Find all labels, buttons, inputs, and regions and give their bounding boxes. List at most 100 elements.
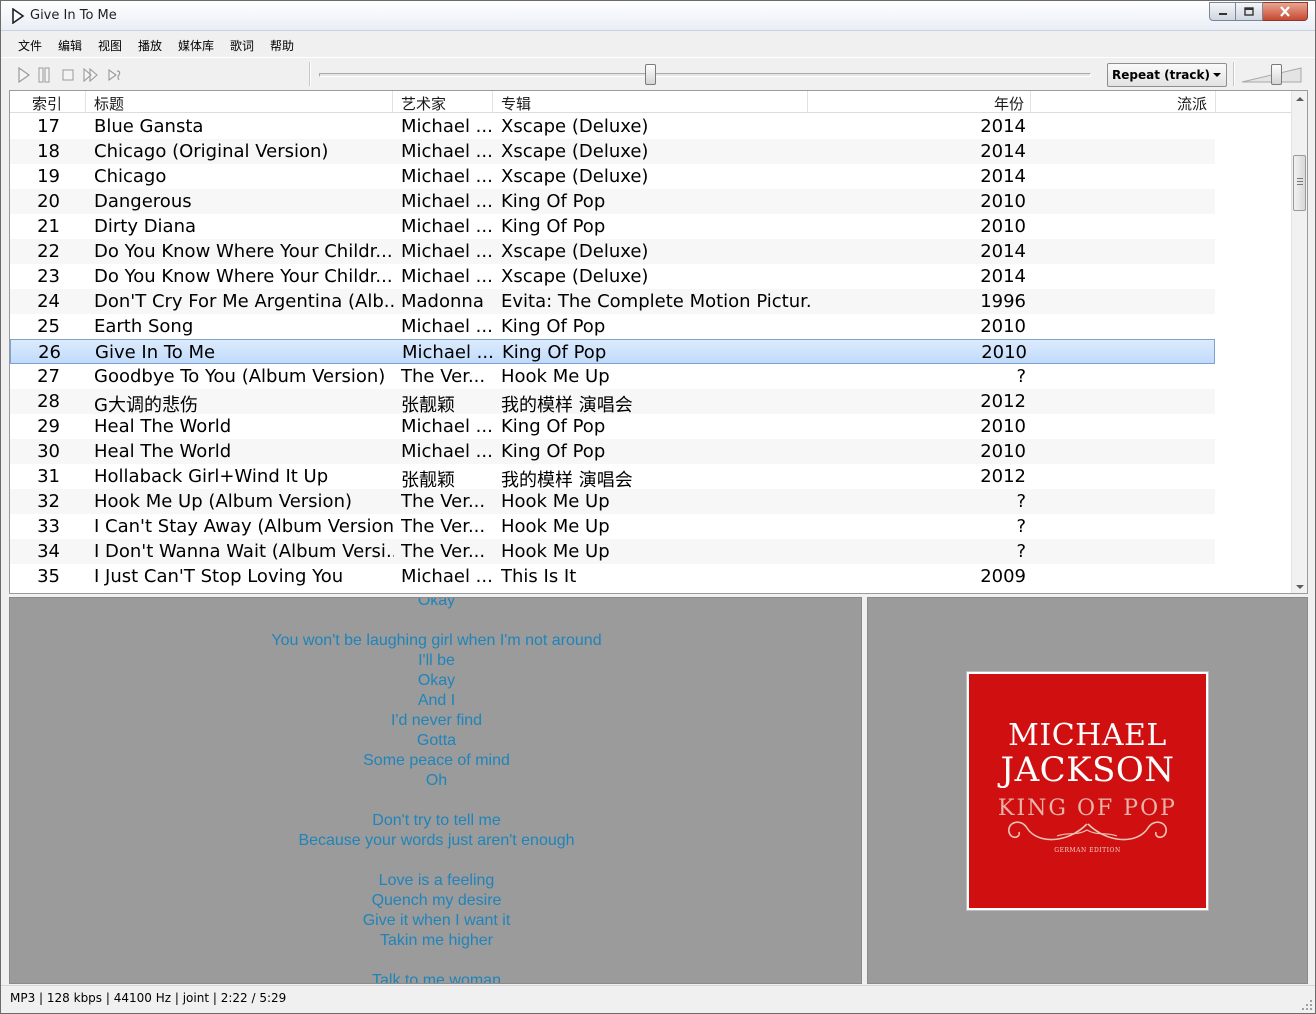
menu-help[interactable]: 帮助: [270, 37, 294, 54]
row-year: 2010: [980, 441, 1026, 462]
playlist-row[interactable]: 29 Heal The World Michael ... King Of Pop 20…: [10, 414, 1215, 439]
menu-lyrics[interactable]: 歌词: [230, 37, 254, 54]
row-title: Heal The World: [94, 416, 232, 437]
pause-icon[interactable]: [36, 67, 52, 83]
row-year: 2010: [980, 191, 1026, 212]
row-artist: Madonna: [401, 291, 484, 312]
chevron-down-icon: [1213, 73, 1221, 77]
play-app-icon: [12, 8, 25, 24]
column-title[interactable]: 标题: [86, 91, 393, 113]
row-title: Blue Gansta: [94, 116, 204, 137]
close-button[interactable]: [1263, 2, 1308, 21]
row-title: Goodbye To You (Album Version): [94, 366, 386, 387]
playlist-row[interactable]: 18 Chicago (Original Version) Michael ... X…: [10, 139, 1215, 164]
lyric-line: Takin me higher: [380, 932, 493, 949]
next-icon[interactable]: [83, 67, 99, 83]
playlist-row[interactable]: 21 Dirty Diana Michael ... King Of Pop 2010: [10, 214, 1215, 239]
menu-file[interactable]: 文件: [18, 37, 42, 54]
volume-thumb[interactable]: [1271, 64, 1282, 85]
repeat-mode-select[interactable]: Repeat (track): [1107, 63, 1227, 87]
row-artist: Michael ...: [401, 116, 493, 137]
menu-bar: 文件 编辑 视图 播放 媒体库 歌词 帮助: [1, 32, 1315, 56]
playlist-row[interactable]: 24 Don'T Cry For Me Argentina (Alb... Mado…: [10, 289, 1215, 314]
seek-bar[interactable]: [319, 73, 1091, 77]
playlist-row[interactable]: 23 Do You Know Where Your Childr... Michae…: [10, 264, 1215, 289]
playlist-row[interactable]: 28 G大调的悲伤 张靓颖 我的模样 演唱会 2012: [10, 389, 1215, 416]
menu-view[interactable]: 视图: [98, 37, 122, 54]
scroll-up-icon[interactable]: [1296, 97, 1304, 101]
stop-icon[interactable]: [60, 67, 76, 83]
row-album: King Of Pop: [501, 441, 606, 462]
menu-edit[interactable]: 编辑: [58, 37, 82, 54]
row-year: 2014: [980, 141, 1026, 162]
row-index: 30: [37, 441, 60, 462]
row-artist: Michael ...: [401, 241, 493, 262]
toolbar: Repeat (track): [1, 57, 1315, 89]
row-artist: The Ver...: [401, 366, 486, 387]
row-index: 17: [37, 116, 60, 137]
playlist-row[interactable]: 34 I Don't Wanna Wait (Album Versi... The …: [10, 539, 1215, 564]
row-title: Hollaback Girl+Wind It Up: [94, 466, 329, 487]
play-icon[interactable]: [16, 67, 32, 83]
playlist-row[interactable]: 27 Goodbye To You (Album Version) The Ver.…: [10, 364, 1215, 389]
lyric-line: [10, 951, 861, 971]
resize-grip-icon[interactable]: [1301, 999, 1313, 1011]
menu-library[interactable]: 媒体库: [178, 37, 214, 54]
column-album[interactable]: 专辑: [493, 91, 808, 113]
menu-playback[interactable]: 播放: [138, 37, 162, 54]
row-year: 2014: [980, 241, 1026, 262]
column-artist[interactable]: 艺术家: [393, 91, 493, 113]
playlist-row[interactable]: 33 I Can't Stay Away (Album Version) The V…: [10, 514, 1215, 539]
playlist-row[interactable]: 25 Earth Song Michael ... King Of Pop 2010: [10, 314, 1215, 339]
playlist-row[interactable]: 17 Blue Gansta Michael ... Xscape (Deluxe) 2…: [10, 114, 1215, 139]
playlist-row[interactable]: 19 Chicago Michael ... Xscape (Deluxe) 2014: [10, 164, 1215, 189]
row-artist: Michael ...: [401, 416, 493, 437]
row-artist: Michael ...: [401, 566, 493, 587]
row-index: 21: [37, 216, 60, 237]
row-title: I Can't Stay Away (Album Version): [94, 516, 394, 537]
row-artist: Michael ...: [401, 441, 493, 462]
row-index: 25: [37, 316, 60, 337]
playlist-row[interactable]: 32 Hook Me Up (Album Version) The Ver... Ho…: [10, 489, 1215, 514]
playlist-row[interactable]: 20 Dangerous Michael ... King Of Pop 2010: [10, 189, 1215, 214]
row-artist: Michael ...: [401, 166, 493, 187]
cover-artist-last: JACKSON: [1000, 750, 1175, 790]
row-album: Hook Me Up: [501, 366, 610, 387]
row-index: 23: [37, 266, 60, 287]
lyrics-pane[interactable]: Okay You won't be laughing girl when I'm …: [9, 597, 862, 984]
row-album: King Of Pop: [501, 416, 606, 437]
playlist-row[interactable]: 30 Heal The World Michael ... King Of Pop 20…: [10, 439, 1215, 464]
row-album: King Of Pop: [501, 216, 606, 237]
minimize-button[interactable]: [1209, 2, 1236, 21]
row-year: 2014: [980, 166, 1026, 187]
row-artist: The Ver...: [401, 491, 486, 512]
row-title: Earth Song: [94, 316, 194, 337]
maximize-button[interactable]: [1236, 2, 1263, 21]
playlist-row[interactable]: 31 Hollaback Girl+Wind It Up 张靓颖 我的模样 演唱会 20…: [10, 464, 1215, 491]
playlist-row[interactable]: 35 I Just Can'T Stop Loving You Michael ..…: [10, 564, 1215, 589]
row-artist: Michael ...: [402, 342, 494, 363]
random-icon[interactable]: [107, 67, 123, 83]
row-artist: Michael ...: [401, 266, 493, 287]
lyric-line: And I: [417, 692, 456, 709]
playlist-row[interactable]: 22 Do You Know Where Your Childr... Michae…: [10, 239, 1215, 264]
column-year[interactable]: 年份: [808, 91, 1031, 113]
playlist-row[interactable]: 26 Give In To Me Michael ... King Of Pop 201…: [10, 339, 1215, 364]
lyric-line: Gotta: [416, 732, 457, 749]
row-title: Do You Know Where Your Childr...: [94, 266, 393, 287]
playlist-scrollbar[interactable]: [1291, 91, 1307, 593]
row-album: This Is It: [501, 566, 577, 587]
row-year: 2014: [980, 116, 1026, 137]
row-album: King Of Pop: [501, 316, 606, 337]
cover-artist-first: MICHAEL: [1008, 718, 1167, 753]
column-index[interactable]: 索引: [10, 91, 86, 113]
row-year: 2010: [980, 216, 1026, 237]
scrollbar-thumb[interactable]: [1293, 155, 1306, 211]
scroll-down-icon[interactable]: [1296, 585, 1304, 589]
column-genre[interactable]: 流派: [1031, 91, 1216, 113]
minimize-icon: [1218, 12, 1227, 15]
seek-thumb[interactable]: [645, 64, 656, 85]
lyric-line: Love is a feeling: [378, 872, 495, 889]
lyric-line: [10, 851, 861, 871]
row-title: Heal The World: [94, 441, 232, 462]
